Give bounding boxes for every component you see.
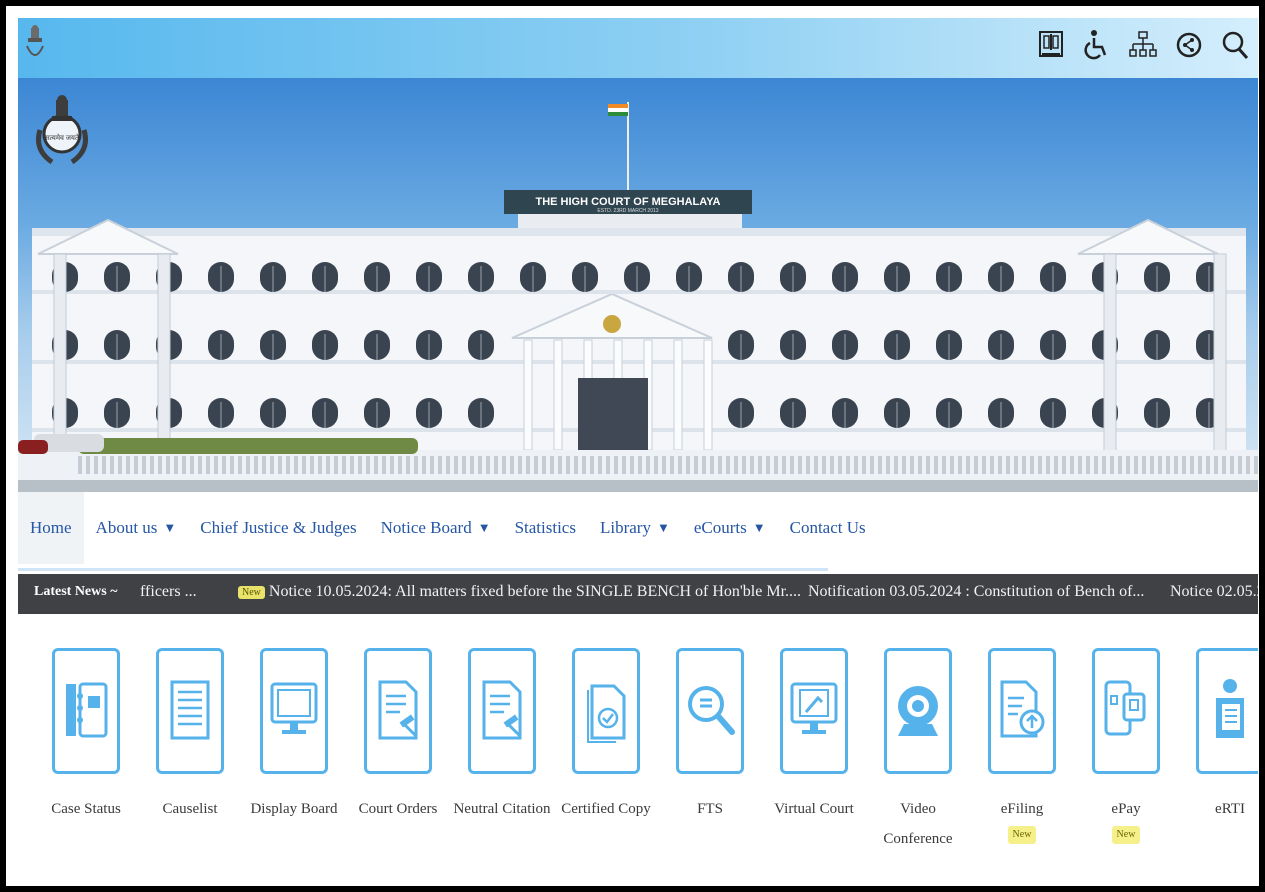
service-label[interactable]: Court Orders: [346, 794, 450, 824]
search-icon[interactable]: [1220, 28, 1250, 62]
nav-item-about-us[interactable]: About us ▼: [84, 492, 189, 564]
service-label[interactable]: FTS: [658, 794, 762, 824]
chevron-down-icon: ▼: [752, 520, 766, 535]
news-item-text[interactable]: Notice 10.05.2024: All matters fixed bef…: [269, 583, 801, 600]
hero-banner: THE HIGH COURT OF MEGHALAYA ESTD. 23RD MA…: [18, 78, 1258, 492]
news-item[interactable]: fficers ...: [140, 583, 197, 601]
nav-item-notice-board[interactable]: Notice Board ▼: [369, 492, 503, 564]
service-label[interactable]: Neutral Citation: [450, 794, 554, 824]
sitemap-icon[interactable]: [1128, 28, 1158, 62]
service-tile-efiling[interactable]: eFiling New: [970, 648, 1074, 844]
main-navigation: Home About us ▼ Chief Justice & Judges Notic…: [18, 492, 866, 571]
service-tile-court-orders[interactable]: Court Orders: [346, 648, 450, 824]
service-label[interactable]: ePay: [1074, 794, 1178, 824]
new-badge: New: [1007, 826, 1037, 844]
latest-news-label: Latest News ~: [34, 584, 118, 599]
causelist-icon[interactable]: [156, 648, 224, 774]
new-badge: New: [1111, 826, 1141, 844]
nav-item-label: Contact Us: [789, 518, 866, 537]
display-board-icon[interactable]: [260, 648, 328, 774]
building-sign-subtitle: ESTD. 23RD MARCH 2013: [597, 208, 658, 214]
service-label[interactable]: Case Status: [34, 794, 138, 824]
service-tile-epay[interactable]: ePay New: [1074, 648, 1178, 844]
latest-news-ticker: Latest News ~ fficers ... New Notice 10.0…: [18, 574, 1258, 614]
page-frame: THE HIGH COURT OF MEGHALAYA ESTD. 23RD MA…: [6, 6, 1259, 886]
service-label[interactable]: eFiling: [970, 794, 1074, 824]
news-item[interactable]: New Notice 10.05.2024: All matters fixed …: [238, 583, 801, 601]
state-emblem-icon: [26, 25, 44, 56]
virtual-court-icon[interactable]: [780, 648, 848, 774]
erti-icon[interactable]: [1196, 648, 1258, 774]
efiling-icon[interactable]: [988, 648, 1056, 774]
nav-item-label: Chief Justice & Judges: [200, 518, 357, 537]
top-bar: [18, 18, 1258, 78]
service-tile-causelist[interactable]: Causelist: [138, 648, 242, 824]
nav-item-ecourts[interactable]: eCourts ▼: [682, 492, 778, 564]
share-icon[interactable]: [1174, 28, 1204, 62]
nav-item-label: Home: [30, 518, 72, 537]
nav-item-label: Statistics: [514, 518, 576, 537]
news-item[interactable]: Notice 02.05.2: [1170, 583, 1258, 601]
emblem-caption: सत्यमेव जयते: [45, 133, 80, 142]
news-item[interactable]: Notification 03.05.2024 : Constitution o…: [808, 583, 1144, 601]
page: THE HIGH COURT OF MEGHALAYA ESTD. 23RD MA…: [18, 18, 1258, 886]
neutral-citation-icon[interactable]: [468, 648, 536, 774]
court-orders-icon[interactable]: [364, 648, 432, 774]
service-tile-display-board[interactable]: Display Board: [242, 648, 346, 824]
chevron-down-icon: ▼: [656, 520, 670, 535]
video-conference-icon[interactable]: [884, 648, 952, 774]
service-label[interactable]: Virtual Court: [762, 794, 866, 824]
services-grid: Case Status Causelist Display Board Court O…: [34, 648, 1258, 868]
new-badge: New: [238, 585, 265, 599]
service-tile-neutral-citation[interactable]: Neutral Citation: [450, 648, 554, 824]
accessibility-icon[interactable]: [1082, 28, 1112, 62]
ebook-icon[interactable]: [1036, 28, 1066, 62]
service-tile-fts[interactable]: FTS: [658, 648, 762, 824]
service-tile-certified-copy[interactable]: Certified Copy: [554, 648, 658, 824]
nav-item-library[interactable]: Library ▼: [588, 492, 682, 564]
nav-item-label: Notice Board: [380, 518, 472, 537]
service-label[interactable]: Display Board: [242, 794, 346, 824]
nav-item-chief-justice-judges[interactable]: Chief Justice & Judges: [188, 492, 368, 564]
utility-icons: [1036, 28, 1250, 62]
service-label[interactable]: Causelist: [138, 794, 242, 824]
service-label[interactable]: Video Conference: [866, 794, 970, 854]
epay-icon[interactable]: [1092, 648, 1160, 774]
high-court-building-illustration: THE HIGH COURT OF MEGHALAYAESTD. 23RD MA…: [18, 102, 1258, 492]
nav-item-contact-us[interactable]: Contact Us: [778, 492, 878, 564]
nav-item-statistics[interactable]: Statistics: [503, 492, 588, 564]
certified-copy-icon[interactable]: [572, 648, 640, 774]
service-label[interactable]: eRTI: [1178, 794, 1258, 824]
case-status-icon[interactable]: [52, 648, 120, 774]
nav-item-home[interactable]: Home: [18, 492, 84, 564]
chevron-down-icon: ▼: [163, 520, 177, 535]
service-tile-erti[interactable]: eRTI: [1178, 648, 1258, 824]
service-tile-case-status[interactable]: Case Status: [34, 648, 138, 824]
fts-icon[interactable]: [676, 648, 744, 774]
nav-item-label: eCourts: [693, 518, 747, 537]
nav-item-label: About us: [95, 518, 158, 537]
service-tile-video-conference[interactable]: Video Conference: [866, 648, 970, 854]
chevron-down-icon: ▼: [477, 520, 491, 535]
nav-item-label: Library: [599, 518, 651, 537]
building-sign-title: THE HIGH COURT OF MEGHALAYA: [536, 196, 721, 208]
high-court-emblem-icon: सत्यमेव जयते: [36, 95, 88, 165]
service-label[interactable]: Certified Copy: [554, 794, 658, 824]
service-tile-virtual-court[interactable]: Virtual Court: [762, 648, 866, 824]
